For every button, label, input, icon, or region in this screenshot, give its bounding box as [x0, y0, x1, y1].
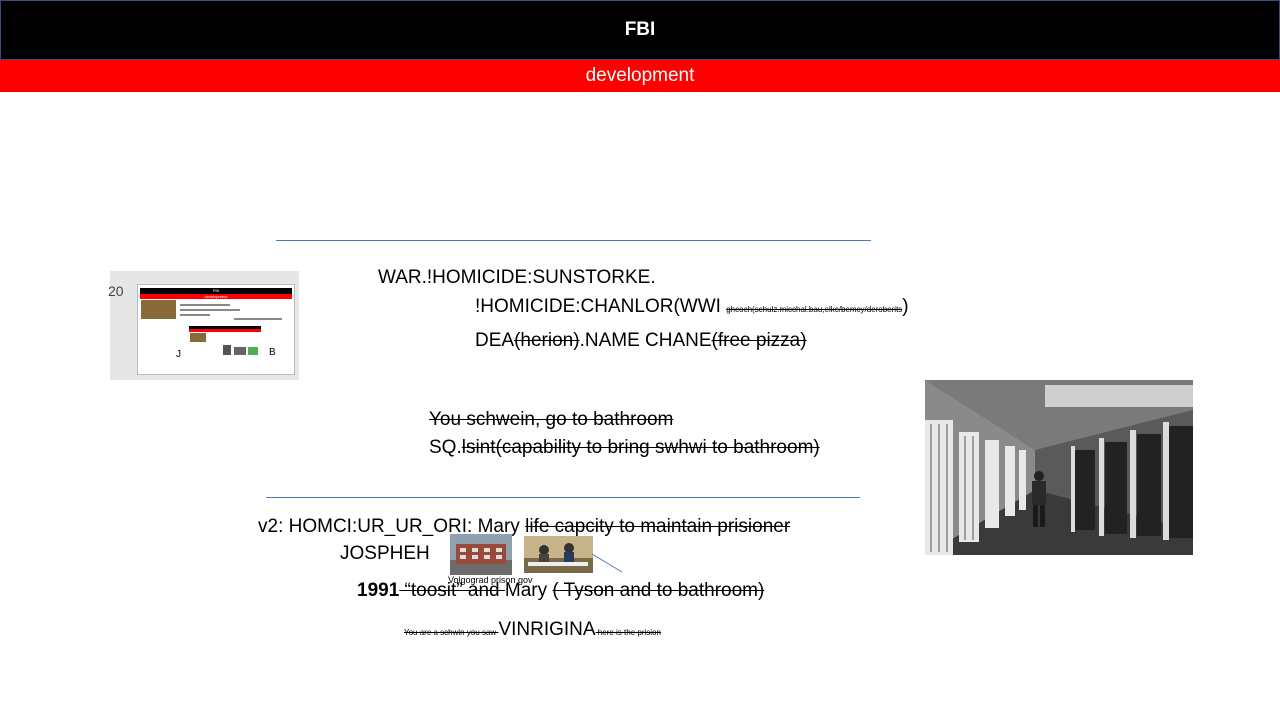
thumbnail-inner-photo — [223, 345, 231, 355]
text-line-8-year: 1991 — [357, 580, 400, 601]
text-line-4: You schwein, go to bathroom — [429, 409, 674, 430]
text-line-9-c: here is the prision — [595, 628, 661, 637]
text-line-8: 1991 “toosit” and Mary ( Tyson and to ba… — [357, 580, 764, 602]
thumbnail-inner-subtitle-bar — [189, 329, 261, 332]
text-line-6: v2: HOMCI:UR_UR_ORI: Mary life capcity t… — [258, 516, 790, 538]
thumbnail-text-line — [234, 318, 282, 320]
thumbnail-title: FBI — [212, 288, 220, 293]
divider-line-top — [276, 240, 871, 241]
text-line-3: DEA(herion).NAME CHANE(free pizza) — [475, 330, 807, 352]
divider-line-middle — [266, 497, 860, 498]
prison-workshop-image — [524, 536, 593, 573]
slide-title-bar: FBI — [0, 0, 1280, 60]
thumbnail-slide-number: 20 — [108, 283, 124, 299]
slide-title: FBI — [624, 19, 656, 40]
text-line-8-d: ( Tyson and to bathroom) — [552, 580, 765, 601]
thumbnail-text-line — [180, 309, 240, 311]
text-line-5: SQ.lsint(capability to bring swhwi to ba… — [429, 437, 820, 459]
text-line-3-b: (herion) — [514, 330, 580, 351]
text-line-9-b: VINRIGINA — [498, 619, 596, 640]
text-line-8-b: “toosit” and — [399, 580, 505, 601]
thumbnail-label-left: J — [176, 349, 181, 360]
text-line-1: WAR.!HOMICIDE:SUNSTORKE. — [378, 267, 656, 288]
text-line-3-a: DEA — [475, 330, 515, 351]
text-line-3-d: (free pizza) — [711, 330, 807, 351]
thumbnail-subtitle-bar: development — [140, 294, 292, 299]
text-line-2-struck: ghcoch(schulz.micchal.bau,elkc/bemcy/der… — [726, 305, 903, 314]
thumbnail-inner-photo — [190, 333, 206, 342]
slide-subtitle: development — [585, 65, 695, 86]
text-line-5-a: SQ. — [429, 437, 462, 458]
text-line-9: You are a schwin you saw VINRIGINA here … — [404, 619, 661, 644]
text-line-6-b: life capcity to maintain prisioner — [525, 516, 791, 537]
text-line-3-c: .NAME CHANE — [579, 330, 712, 351]
prison-building-image — [450, 534, 512, 575]
slide-subtitle-bar: development — [0, 60, 1280, 92]
thumbnail-inner-photo — [248, 347, 258, 355]
thumbnail-label-right: B — [269, 347, 276, 358]
text-line-7: JOSPHEH — [340, 543, 430, 564]
thumbnail-photo — [141, 300, 176, 319]
text-line-5-b: lsint(capability to bring swhwi to bathr… — [461, 437, 820, 458]
callout-line — [591, 553, 623, 573]
thumbnail-inner-photo — [234, 347, 246, 355]
text-line-2: !HOMICIDE:CHANLOR(WWI ghcoch(schulz.micc… — [475, 296, 909, 321]
prison-corridor-image — [925, 380, 1193, 555]
thumbnail-slide-preview: FBI development J B — [137, 284, 295, 375]
text-line-2-main: !HOMICIDE:CHANLOR(WWI — [475, 296, 727, 317]
text-line-9-a: You are a schwin you saw — [404, 628, 499, 637]
text-line-2-end: ) — [902, 296, 909, 317]
prison-building-photo[interactable] — [450, 534, 512, 575]
thumbnail-text-line — [180, 304, 230, 306]
prison-corridor-photo[interactable] — [925, 380, 1193, 555]
thumbnail-subtitle: development — [204, 294, 228, 299]
prison-workshop-photo[interactable] — [524, 536, 593, 573]
thumbnail-text-line — [180, 314, 210, 316]
text-line-8-c: Mary — [504, 580, 553, 601]
